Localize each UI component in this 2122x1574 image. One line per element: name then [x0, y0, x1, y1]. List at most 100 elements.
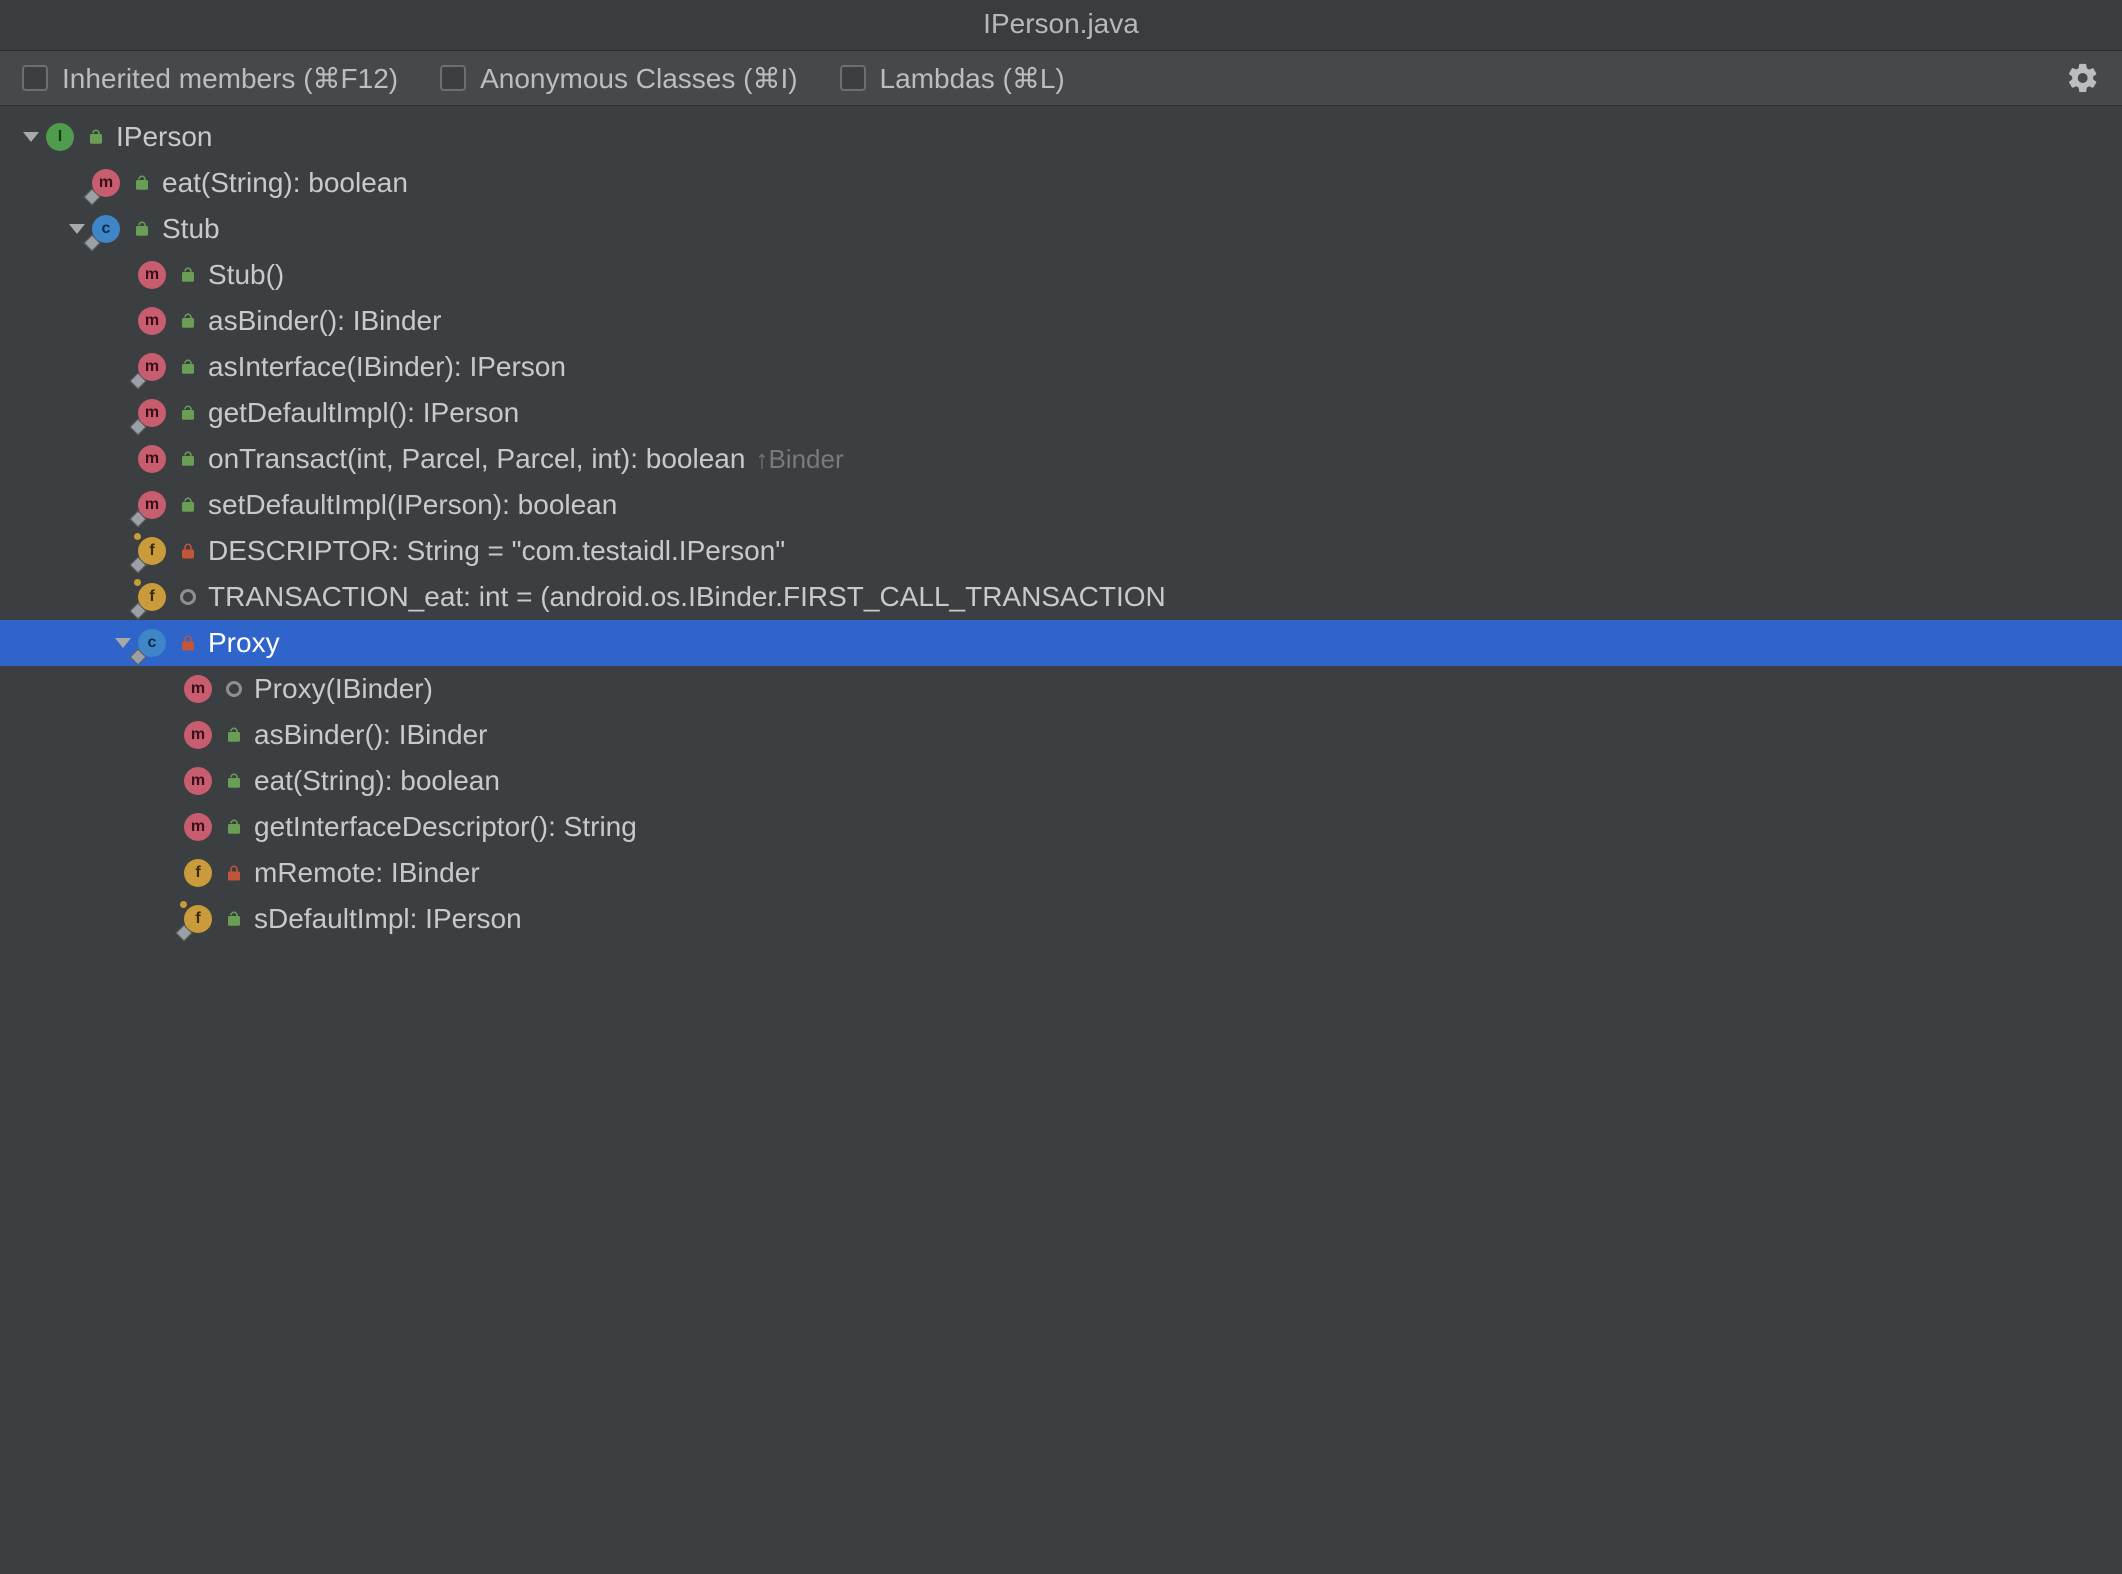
checkbox-icon: [440, 65, 466, 91]
arrow-none: [112, 586, 134, 608]
open-lock-icon: [178, 403, 198, 423]
tree-row[interactable]: m eat(String): boolean: [0, 758, 2122, 804]
package-visibility-icon: [178, 587, 198, 607]
tree-row[interactable]: mProxy(IBinder): [0, 666, 2122, 712]
class-icon: c: [92, 215, 120, 243]
arrow-none: [112, 540, 134, 562]
tree-row[interactable]: m getInterfaceDescriptor(): String: [0, 804, 2122, 850]
tree-row[interactable]: fsDefaultImpl: IPerson: [0, 896, 2122, 942]
tree-item-label: Stub(): [208, 261, 284, 289]
open-lock-icon: [224, 725, 244, 745]
lock-icon: [224, 863, 244, 883]
tree-item-label: Proxy(IBinder): [254, 675, 433, 703]
tree-row[interactable]: m Stub(): [0, 252, 2122, 298]
chevron-down-icon[interactable]: [112, 632, 134, 654]
lock-icon: [178, 541, 198, 561]
method-icon: m: [184, 721, 212, 749]
open-lock-icon: [86, 127, 106, 147]
method-icon: m: [138, 399, 166, 427]
inherited-members-label: Inherited members (⌘F12): [62, 62, 398, 95]
arrow-none: [112, 494, 134, 516]
tree-item-label: sDefaultImpl: IPerson: [254, 905, 522, 933]
tree-item-label: getDefaultImpl(): IPerson: [208, 399, 519, 427]
tree-row[interactable]: m getDefaultImpl(): IPerson: [0, 390, 2122, 436]
arrow-none: [158, 678, 180, 700]
arrow-none: [158, 770, 180, 792]
tree-row[interactable]: masBinder(): IBinder: [0, 298, 2122, 344]
open-lock-icon: [224, 771, 244, 791]
arrow-none: [112, 402, 134, 424]
title-text: IPerson.java: [983, 8, 1139, 39]
method-icon: m: [138, 445, 166, 473]
tree-item-label: setDefaultImpl(IPerson): boolean: [208, 491, 617, 519]
tree-row[interactable]: m onTransact(int, Parcel, Parcel, int): b…: [0, 436, 2122, 482]
tree-item-label: Proxy: [208, 629, 280, 657]
field-icon: f: [138, 537, 166, 565]
method-icon: m: [92, 169, 120, 197]
tree-row[interactable]: f mRemote: IBinder: [0, 850, 2122, 896]
override-hint: ↑Binder: [755, 446, 843, 472]
tree-row[interactable]: f TRANSACTION_eat: int = (android.os.IBin…: [0, 574, 2122, 620]
tree-row[interactable]: m setDefaultImpl(IPerson): boolean: [0, 482, 2122, 528]
arrow-none: [158, 816, 180, 838]
method-icon: m: [184, 813, 212, 841]
method-icon: m: [184, 767, 212, 795]
open-lock-icon: [224, 817, 244, 837]
method-icon: m: [138, 491, 166, 519]
arrow-none: [158, 724, 180, 746]
arrow-none: [66, 172, 88, 194]
lambdas-label: Lambdas (⌘L): [880, 62, 1065, 95]
method-icon: m: [138, 307, 166, 335]
settings-button[interactable]: [2066, 61, 2100, 95]
gear-icon: [2066, 61, 2100, 95]
tree-row[interactable]: c Stub: [0, 206, 2122, 252]
window-title: IPerson.java: [0, 0, 2122, 50]
arrow-none: [158, 908, 180, 930]
method-icon: m: [138, 261, 166, 289]
tree-row[interactable]: c Proxy: [0, 620, 2122, 666]
tree-row[interactable]: m eat(String): boolean: [0, 160, 2122, 206]
interface-icon: I: [46, 123, 74, 151]
anonymous-classes-label: Anonymous Classes (⌘I): [480, 62, 797, 95]
lock-icon: [178, 633, 198, 653]
tree-item-label: mRemote: IBinder: [254, 859, 480, 887]
method-icon: m: [138, 353, 166, 381]
open-lock-icon: [132, 219, 152, 239]
tree-row[interactable]: m asBinder(): IBinder: [0, 712, 2122, 758]
tree-row[interactable]: m asInterface(IBinder): IPerson: [0, 344, 2122, 390]
open-lock-icon: [132, 173, 152, 193]
tree-item-label: eat(String): boolean: [254, 767, 500, 795]
tree-row[interactable]: f DESCRIPTOR: String = "com.testaidl.IPer…: [0, 528, 2122, 574]
class-icon: c: [138, 629, 166, 657]
lambdas-checkbox[interactable]: Lambdas (⌘L): [840, 62, 1065, 95]
field-icon: f: [138, 583, 166, 611]
tree-item-label: onTransact(int, Parcel, Parcel, int): bo…: [208, 445, 745, 473]
tree-item-label: getInterfaceDescriptor(): String: [254, 813, 637, 841]
tree-row[interactable]: IIPerson: [0, 114, 2122, 160]
arrow-none: [112, 310, 134, 332]
tree-item-label: TRANSACTION_eat: int = (android.os.IBind…: [208, 583, 1166, 611]
tree-item-label: asInterface(IBinder): IPerson: [208, 353, 566, 381]
tree-item-label: Stub: [162, 215, 220, 243]
checkbox-icon: [22, 65, 48, 91]
checkbox-icon: [840, 65, 866, 91]
arrow-none: [158, 862, 180, 884]
package-visibility-icon: [224, 679, 244, 699]
chevron-down-icon[interactable]: [66, 218, 88, 240]
tree-item-label: asBinder(): IBinder: [254, 721, 487, 749]
inherited-members-checkbox[interactable]: Inherited members (⌘F12): [22, 62, 398, 95]
open-lock-icon: [178, 495, 198, 515]
structure-tree: IIPerson m eat(String): boolean c Stub m Stub(…: [0, 106, 2122, 942]
tree-item-label: eat(String): boolean: [162, 169, 408, 197]
field-icon: f: [184, 859, 212, 887]
open-lock-icon: [178, 311, 198, 331]
open-lock-icon: [178, 265, 198, 285]
open-lock-icon: [178, 357, 198, 377]
arrow-none: [112, 264, 134, 286]
structure-toolbar: Inherited members (⌘F12) Anonymous Class…: [0, 50, 2122, 106]
chevron-down-icon[interactable]: [20, 126, 42, 148]
open-lock-icon: [178, 449, 198, 469]
anonymous-classes-checkbox[interactable]: Anonymous Classes (⌘I): [440, 62, 797, 95]
open-lock-icon: [224, 909, 244, 929]
tree-item-label: DESCRIPTOR: String = "com.testaidl.IPers…: [208, 537, 785, 565]
